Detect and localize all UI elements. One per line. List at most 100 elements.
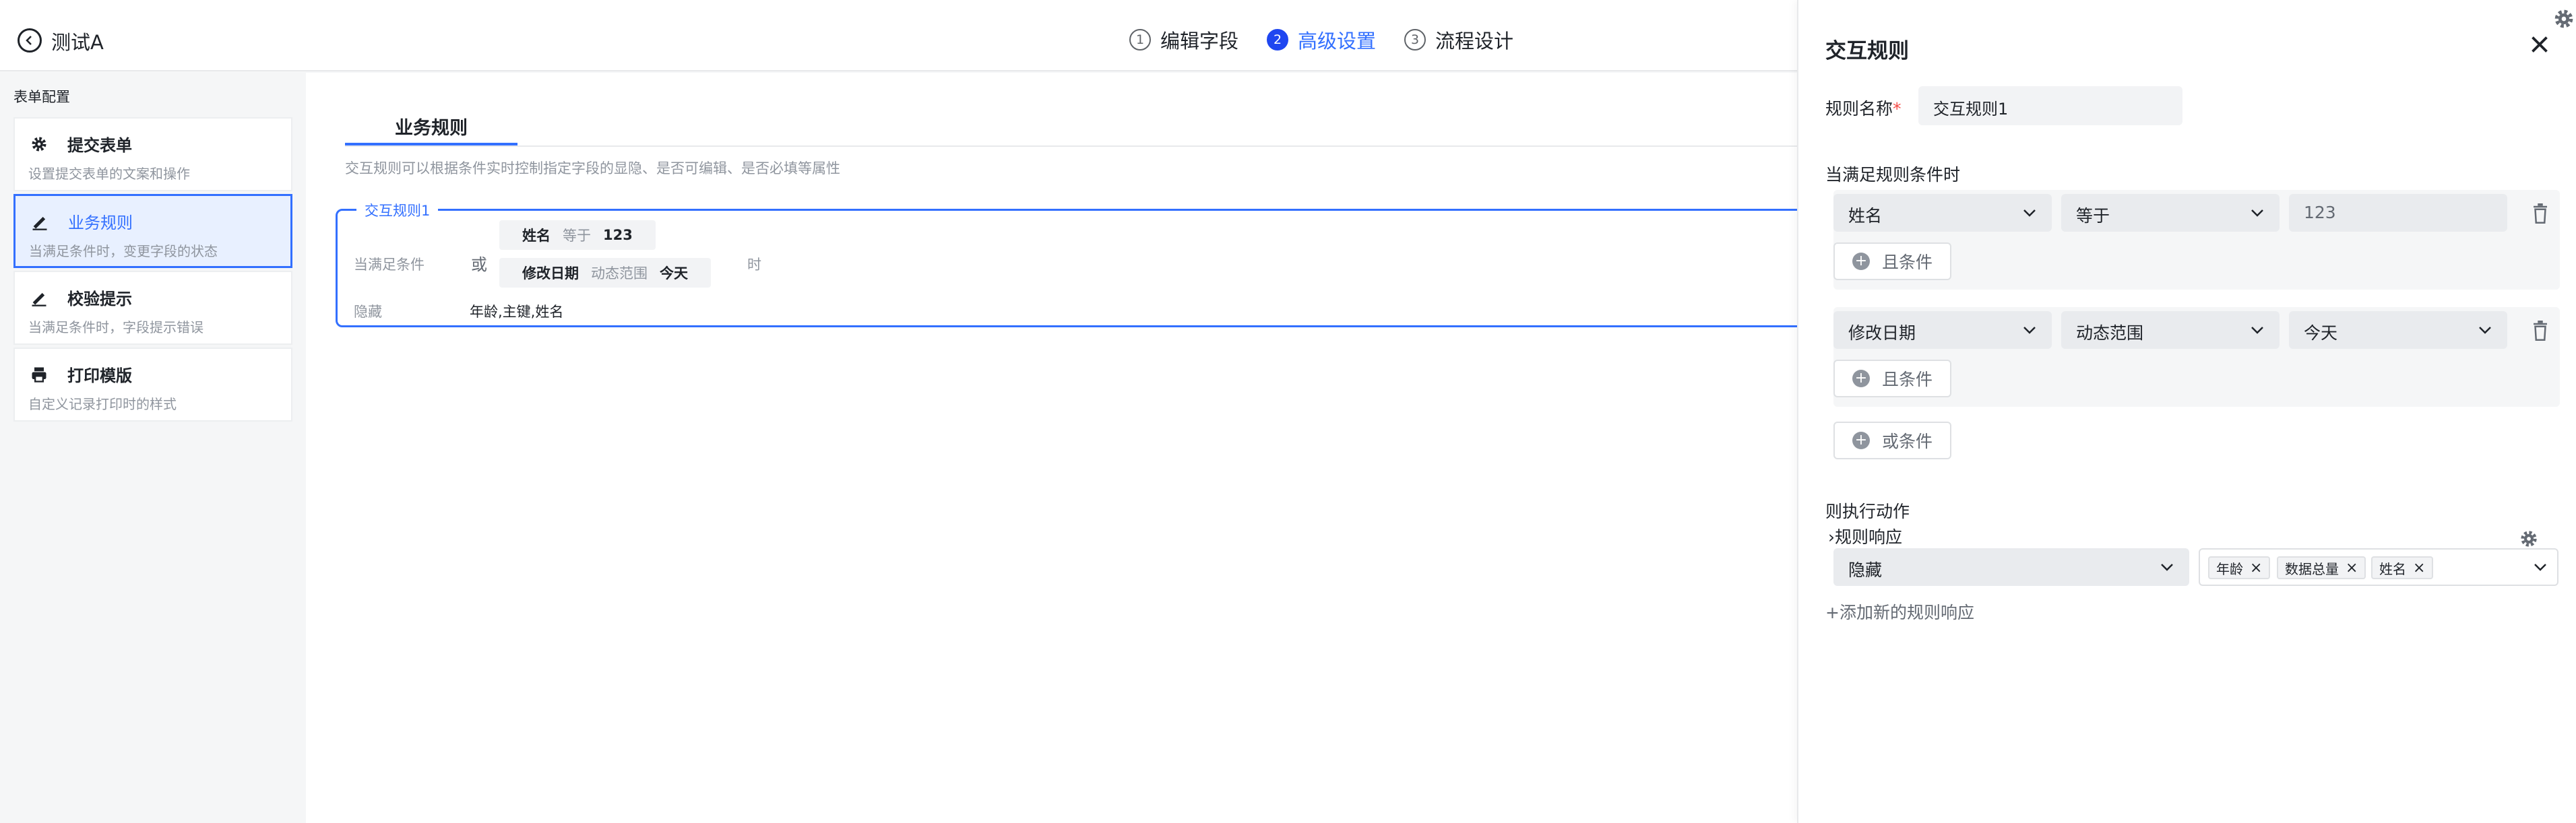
remove-tag-icon[interactable]: × — [2413, 560, 2425, 577]
action-type-select[interactable]: 隐藏 — [1833, 548, 2189, 586]
chevron-down-icon — [2251, 209, 2263, 217]
add-and-condition-label: 且条件 — [1882, 370, 1933, 389]
step-number: 2 — [1267, 29, 1289, 51]
conditions-heading: 当满足规则条件时 — [1825, 165, 1961, 185]
action-label: 隐藏 — [354, 304, 382, 320]
trash-icon[interactable] — [2532, 203, 2549, 224]
add-or-condition-button[interactable]: + 或条件 — [1833, 422, 1952, 459]
condition-chip: 修改日期 动态范围 今天 — [499, 258, 711, 288]
condition-label: 当满足条件 — [354, 257, 425, 273]
step-number: 1 — [1129, 29, 1151, 51]
chevron-down-icon — [2534, 564, 2546, 571]
rule-response-toggle[interactable]: ›规则响应 — [1828, 524, 1902, 548]
value-input[interactable]: 123 — [2289, 194, 2507, 232]
field-select-value: 修改日期 — [1848, 323, 1916, 343]
actions-heading: 则执行动作 — [1825, 502, 1910, 521]
chevron-down-icon — [2023, 209, 2036, 217]
field-tag: 年龄 × — [2208, 556, 2271, 579]
main-content: 业务规则 交互规则可以根据条件实时控制指定字段的显隐、是否可编辑、是否必填等属性… — [306, 73, 1818, 823]
step-number: 3 — [1404, 29, 1426, 51]
target-fields-select[interactable]: 年龄 × 数据总量 × 姓名 × — [2199, 548, 2558, 586]
tab-business-rules[interactable]: 业务规则 — [345, 109, 517, 145]
add-rule-response-link[interactable]: +添加新的规则响应 — [1825, 599, 1974, 624]
rule-edit-panel: 交互规则 规则名称* 交互规则1 当满足规则条件时 姓名 等于 123 + 且条… — [1797, 0, 2576, 823]
field-tag-label: 姓名 — [2379, 560, 2406, 577]
condition-group: 姓名 等于 123 + 且条件 — [1833, 190, 2560, 290]
chevron-down-icon — [2023, 327, 2036, 334]
sidebar-item-desc: 当满足条件时，字段提示错误 — [28, 319, 203, 335]
when-label: 时 — [747, 257, 761, 273]
sidebar: 表单配置 提交表单 设置提交表单的文案和操作 业务规则 当满足条件时，变更字段的… — [0, 73, 306, 823]
sidebar-item-submit-form[interactable]: 提交表单 设置提交表单的文案和操作 — [13, 117, 292, 191]
operator-select[interactable]: 动态范围 — [2061, 311, 2280, 349]
sidebar-item-title: 业务规则 — [68, 213, 133, 232]
add-and-condition-button[interactable]: + 且条件 — [1833, 360, 1952, 397]
sidebar-item-desc: 自定义记录打印时的样式 — [28, 396, 177, 412]
remove-tag-icon[interactable]: × — [2346, 560, 2358, 577]
action-type-value: 隐藏 — [1848, 560, 1883, 580]
field-select-value: 姓名 — [1848, 206, 1883, 226]
rule-response-label: 规则响应 — [1835, 527, 1903, 547]
field-tag-label: 数据总量 — [2285, 560, 2339, 577]
sidebar-item-desc: 设置提交表单的文案和操作 — [28, 166, 190, 182]
condition-group: 修改日期 动态范围 今天 + 且条件 — [1833, 307, 2560, 407]
operator-select-value: 等于 — [2076, 206, 2110, 226]
step-edit-fields[interactable]: 1 编辑字段 — [1129, 26, 1238, 54]
field-tag: 数据总量 × — [2277, 556, 2366, 579]
plus-circle-icon: + — [1852, 253, 1870, 270]
trash-icon[interactable] — [2532, 321, 2549, 341]
gear-icon[interactable] — [2553, 8, 2575, 30]
add-or-condition-label: 或条件 — [1882, 432, 1933, 451]
gear-icon[interactable] — [2519, 529, 2538, 548]
step-label: 高级设置 — [1298, 30, 1377, 53]
chip-value: 今天 — [660, 265, 688, 282]
or-label: 或 — [471, 255, 487, 274]
app-title: 测试A — [51, 31, 104, 54]
plus-circle-icon: + — [1852, 432, 1870, 449]
sidebar-item-title: 提交表单 — [67, 136, 132, 155]
field-tag-label: 年龄 — [2216, 560, 2243, 577]
chip-field: 修改日期 — [522, 265, 579, 282]
step-label: 编辑字段 — [1160, 30, 1239, 53]
value-select-value: 今天 — [2304, 323, 2338, 343]
chevron-down-icon — [2161, 564, 2173, 571]
rule-card-name: 交互规则1 — [356, 200, 439, 220]
operator-select[interactable]: 等于 — [2061, 194, 2280, 232]
chevron-down-icon — [2479, 327, 2491, 334]
add-and-condition-button[interactable]: + 且条件 — [1833, 242, 1952, 280]
close-icon[interactable] — [2527, 32, 2552, 57]
add-and-condition-label: 且条件 — [1882, 253, 1933, 272]
back-icon[interactable] — [18, 28, 42, 53]
gear-icon — [32, 137, 46, 152]
step-advanced-settings[interactable]: 2 高级设置 — [1267, 26, 1376, 54]
rule-name-input[interactable]: 交互规则1 — [1918, 86, 2182, 125]
printer-icon — [32, 367, 46, 383]
field-select[interactable]: 姓名 — [1833, 194, 2052, 232]
operator-select-value: 动态范围 — [2076, 323, 2144, 343]
chevron-right-icon: › — [1828, 527, 1835, 547]
pen-icon — [32, 217, 47, 230]
action-fields: 年龄,主键,姓名 — [470, 304, 564, 320]
sidebar-item-title: 打印模版 — [67, 366, 132, 385]
sidebar-item-validation[interactable]: 校验提示 当满足条件时，字段提示错误 — [13, 271, 292, 345]
step-nav: 1 编辑字段 2 高级设置 3 流程设计 — [1129, 26, 1542, 54]
sidebar-item-business-rules[interactable]: 业务规则 当满足条件时，变更字段的状态 — [13, 194, 292, 268]
sidebar-title: 表单配置 — [13, 89, 70, 105]
plus-circle-icon: + — [1852, 370, 1870, 387]
chip-value: 123 — [603, 227, 633, 243]
rules-description: 交互规则可以根据条件实时控制指定字段的显隐、是否可编辑、是否必填等属性 — [345, 160, 840, 176]
step-flow-design[interactable]: 3 流程设计 — [1404, 26, 1513, 54]
condition-chip: 姓名 等于 123 — [499, 220, 656, 250]
rule-card[interactable]: 交互规则1 当满足条件 或 姓名 等于 123 修改日期 动态范围 今天 时 隐… — [336, 200, 1818, 327]
sidebar-item-print-template[interactable]: 打印模版 自定义记录打印时的样式 — [13, 348, 292, 422]
sidebar-item-desc: 当满足条件时，变更字段的状态 — [29, 243, 218, 259]
step-label: 流程设计 — [1435, 30, 1514, 53]
value-select[interactable]: 今天 — [2289, 311, 2507, 349]
pen-icon — [32, 293, 46, 306]
tab-divider — [345, 145, 1797, 147]
chip-operator: 动态范围 — [591, 265, 648, 282]
remove-tag-icon[interactable]: × — [2250, 560, 2262, 577]
sidebar-item-title: 校验提示 — [67, 290, 132, 308]
rule-name-label: 规则名称* — [1825, 96, 1902, 120]
field-select[interactable]: 修改日期 — [1833, 311, 2052, 349]
